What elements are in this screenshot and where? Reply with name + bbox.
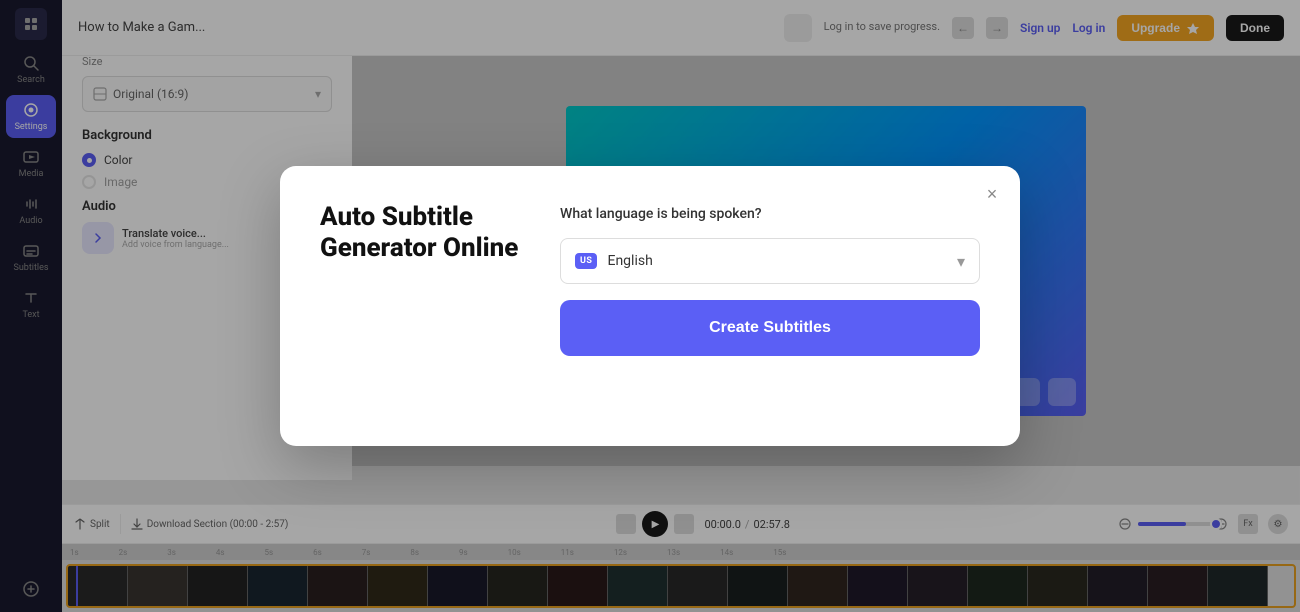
chevron-down-icon: ▾ — [957, 252, 965, 271]
auto-subtitle-modal: × Auto Subtitle Generator Online What la… — [280, 166, 1020, 446]
modal-title: Auto Subtitle Generator Online — [320, 202, 520, 264]
language-flag: US — [575, 253, 597, 269]
create-subtitles-button[interactable]: Create Subtitles — [560, 300, 980, 356]
modal-question: What language is being spoken? — [560, 206, 980, 222]
language-label: English — [607, 253, 946, 269]
modal-right-section: What language is being spoken? US Englis… — [560, 202, 980, 356]
modal-overlay: × Auto Subtitle Generator Online What la… — [0, 0, 1300, 612]
modal-left-section: Auto Subtitle Generator Online — [320, 202, 520, 264]
modal-close-button[interactable]: × — [978, 180, 1006, 208]
language-select[interactable]: US English ▾ — [560, 238, 980, 284]
